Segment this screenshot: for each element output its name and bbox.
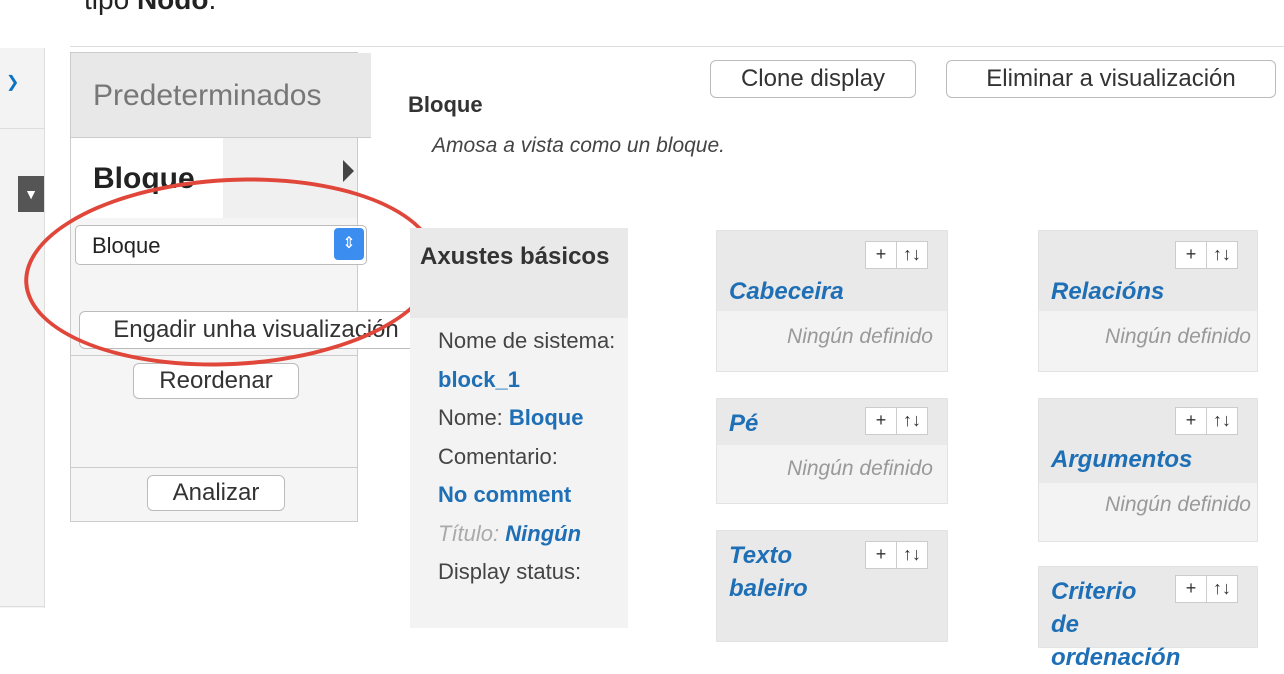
page-heading: tipo Nodo. xyxy=(84,0,216,16)
arguments-panel-actions: + ↑↓ xyxy=(1175,407,1238,435)
rearrange-icon[interactable]: ↑↓ xyxy=(897,541,928,569)
display-title: Bloque xyxy=(408,92,483,117)
divider xyxy=(71,467,357,468)
add-icon[interactable]: + xyxy=(865,541,897,569)
page-heading-type: Nodo xyxy=(137,0,209,15)
rearrange-icon[interactable]: ↑↓ xyxy=(1207,575,1238,603)
arguments-panel-empty: Ningún definido xyxy=(1105,493,1251,516)
page-heading-prefix: tipo xyxy=(84,0,129,15)
display-description: Amosa a vista como un bloque. xyxy=(432,134,725,157)
comment-label: Comentario: xyxy=(438,443,558,469)
relationships-panel-actions: + ↑↓ xyxy=(1175,241,1238,269)
divider xyxy=(70,46,1284,47)
arguments-panel: + ↑↓ Argumentos Ningún definido xyxy=(1038,398,1258,542)
footer-panel-title[interactable]: Pé xyxy=(729,407,758,440)
add-icon[interactable]: + xyxy=(1175,241,1207,269)
page-heading-suffix: . xyxy=(208,0,216,15)
reorder-button[interactable]: Reordenar xyxy=(133,363,299,399)
no-results-panel-title[interactable]: Texto baleiro xyxy=(729,539,829,605)
sort-panel-title[interactable]: Criterio de ordenación xyxy=(1051,575,1180,674)
no-results-panel-actions: + ↑↓ xyxy=(865,541,928,569)
analyze-button[interactable]: Analizar xyxy=(147,475,285,511)
title-label: Título: xyxy=(438,520,500,546)
relationships-panel-empty: Ningún definido xyxy=(1105,325,1251,348)
nav-marker-icon[interactable]: ❯ xyxy=(6,72,19,92)
rearrange-icon[interactable]: ↑↓ xyxy=(897,241,928,269)
no-results-panel: + ↑↓ Texto baleiro xyxy=(716,530,948,642)
arguments-panel-title[interactable]: Argumentos xyxy=(1051,443,1192,476)
header-panel: + ↑↓ Cabeceira Ningún definido xyxy=(716,230,948,372)
machine-name-link[interactable]: block_1 xyxy=(438,367,520,392)
delete-display-button[interactable]: Eliminar a visualización xyxy=(946,60,1276,98)
relationships-panel-title[interactable]: Relacións xyxy=(1051,275,1164,308)
rearrange-icon[interactable]: ↑↓ xyxy=(897,407,928,435)
comment-link[interactable]: No comment xyxy=(438,482,571,507)
display-status-label: Display status: xyxy=(438,559,582,584)
title-link[interactable]: Ningún xyxy=(505,521,581,546)
name-link[interactable]: Bloque xyxy=(509,405,584,430)
header-panel-title[interactable]: Cabeceira xyxy=(729,275,844,308)
rearrange-icon[interactable]: ↑↓ xyxy=(1207,241,1238,269)
divider xyxy=(0,606,44,607)
add-icon[interactable]: + xyxy=(865,407,897,435)
basic-settings-body: Nome de sistema: block_1 Nome: Bloque Co… xyxy=(438,322,628,592)
triangle-right-icon xyxy=(343,160,354,182)
add-icon[interactable]: + xyxy=(1175,407,1207,435)
basic-settings-header: Axustes básicos xyxy=(410,228,628,318)
left-admin-bar: ❯ ▼ xyxy=(0,48,45,608)
dropdown-toggle-icon[interactable]: ▼ xyxy=(18,176,44,212)
tab-default-label: Predeterminados xyxy=(93,79,322,112)
sort-panel: + ↑↓ Criterio de ordenación xyxy=(1038,566,1258,671)
header-panel-actions: + ↑↓ xyxy=(865,241,928,269)
rearrange-icon[interactable]: ↑↓ xyxy=(1207,407,1238,435)
sort-panel-actions: + ↑↓ xyxy=(1175,575,1238,603)
relationships-panel: + ↑↓ Relacións Ningún definido xyxy=(1038,230,1258,372)
tab-default[interactable]: Predeterminados xyxy=(71,53,371,138)
footer-panel-empty: Ningún definido xyxy=(787,457,933,480)
basic-settings-title: Axustes básicos xyxy=(420,243,610,270)
name-label: Nome: xyxy=(438,405,503,430)
divider xyxy=(0,128,44,129)
footer-panel: + ↑↓ Pé Ningún definido xyxy=(716,398,948,504)
add-icon[interactable]: + xyxy=(1175,575,1207,603)
clone-display-button[interactable]: Clone display xyxy=(710,60,916,98)
add-icon[interactable]: + xyxy=(865,241,897,269)
basic-settings-panel: Axustes básicos Nome de sistema: block_1… xyxy=(410,228,628,628)
machine-name-label: Nome de sistema: xyxy=(438,328,616,353)
header-panel-empty: Ningún definido xyxy=(787,325,933,348)
footer-panel-actions: + ↑↓ xyxy=(865,407,928,435)
